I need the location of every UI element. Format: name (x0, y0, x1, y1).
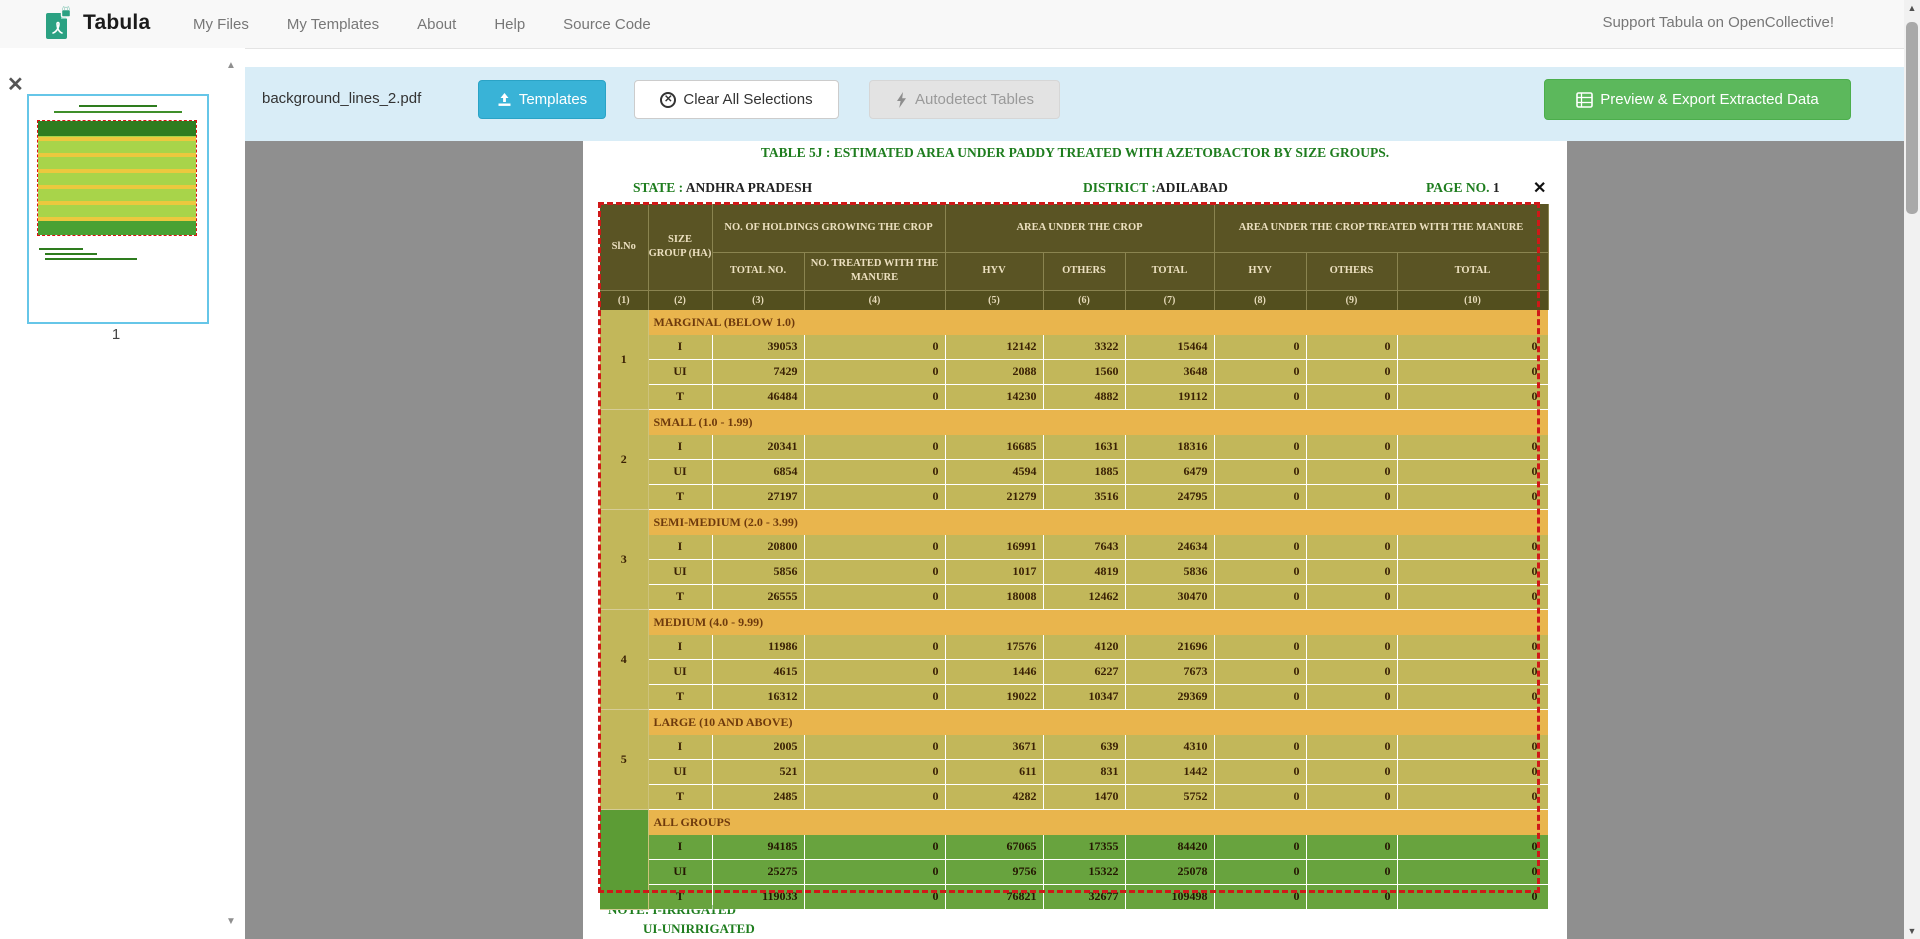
sidebar-scroll-up-icon[interactable]: ▲ (222, 60, 240, 71)
remove-file-x-icon[interactable]: ✕ (7, 75, 24, 95)
nav-item-help[interactable]: Help (494, 16, 525, 33)
table-selection-box[interactable] (598, 202, 1540, 893)
nav-item-about[interactable]: About (417, 16, 456, 33)
thumb-note-line (45, 258, 137, 260)
scrollbar-thumb[interactable] (1906, 22, 1918, 214)
templates-button[interactable]: Templates (478, 80, 606, 119)
export-button-label: Preview & Export Extracted Data (1600, 91, 1818, 108)
page-thumbnail[interactable] (27, 94, 209, 324)
scrollbar-up-icon[interactable]: ▲ (1904, 3, 1920, 13)
tabula-logo-pdf-lock-icon (44, 6, 74, 40)
brand[interactable]: Tabula (44, 6, 150, 40)
sidebar-scroll-down-icon[interactable]: ▼ (222, 916, 240, 927)
district-value: ADILABAD (1156, 180, 1228, 195)
thumb-note-line (39, 248, 83, 250)
preview-export-button[interactable]: Preview & Export Extracted Data (1544, 79, 1851, 120)
open-file-name: background_lines_2.pdf (262, 90, 421, 107)
nav-item-my-files[interactable]: My Files (193, 16, 249, 33)
scrollbar-down-icon[interactable]: ▼ (1904, 926, 1920, 936)
window-scrollbar[interactable]: ▲ ▼ (1904, 0, 1920, 939)
thumb-note-line (45, 253, 97, 255)
navbar: Tabula My Files My Templates About Help … (0, 0, 1920, 49)
state-label: STATE : (633, 180, 683, 195)
pdf-pageno-line: PAGE NO. 1 (1426, 180, 1500, 196)
support-link[interactable]: Support Tabula on OpenCollective! (1602, 14, 1834, 31)
clear-all-selections-button[interactable]: ✕ Clear All Selections (634, 80, 839, 119)
upload-icon (497, 92, 512, 107)
pdf-state-line: STATE : ANDHRA PRADESH (633, 180, 812, 196)
bolt-icon (895, 92, 908, 108)
nav-item-source-code[interactable]: Source Code (563, 16, 651, 33)
pdf-note-line2: UI-UNIRRIGATED (643, 921, 755, 937)
state-value: ANDHRA PRADESH (686, 180, 812, 195)
thumb-mini-table (37, 120, 197, 236)
selection-close-x-icon[interactable]: ✕ (1533, 178, 1546, 198)
pdf-table-title: TABLE 5J : ESTIMATED AREA UNDER PADDY TR… (583, 145, 1567, 161)
pdf-page[interactable]: TABLE 5J : ESTIMATED AREA UNDER PADDY TR… (583, 141, 1567, 939)
pageno-label: PAGE NO. (1426, 180, 1490, 195)
nav-item-my-templates[interactable]: My Templates (287, 16, 379, 33)
document-canvas: TABLE 5J : ESTIMATED AREA UNDER PADDY TR… (245, 141, 1904, 939)
brand-name: Tabula (83, 11, 150, 35)
pdf-district-line: DISTRICT :ADILABAD (1083, 180, 1228, 196)
circle-x-icon: ✕ (660, 92, 676, 108)
nav-links: My Files My Templates About Help Source … (193, 0, 651, 48)
table-icon (1576, 92, 1593, 108)
pageno-value: 1 (1493, 180, 1500, 195)
clear-button-label: Clear All Selections (683, 91, 812, 108)
thumb-title-line (54, 111, 182, 113)
district-label: DISTRICT : (1083, 180, 1156, 195)
page-thumbnails-sidebar: ✕ 1 ▲ ▼ (0, 48, 245, 939)
thumb-title-line (79, 105, 157, 107)
autodetect-button-label: Autodetect Tables (915, 91, 1034, 108)
autodetect-tables-button[interactable]: Autodetect Tables (869, 80, 1060, 119)
thumbnail-page-number: 1 (27, 326, 205, 343)
templates-button-label: Templates (519, 91, 587, 108)
